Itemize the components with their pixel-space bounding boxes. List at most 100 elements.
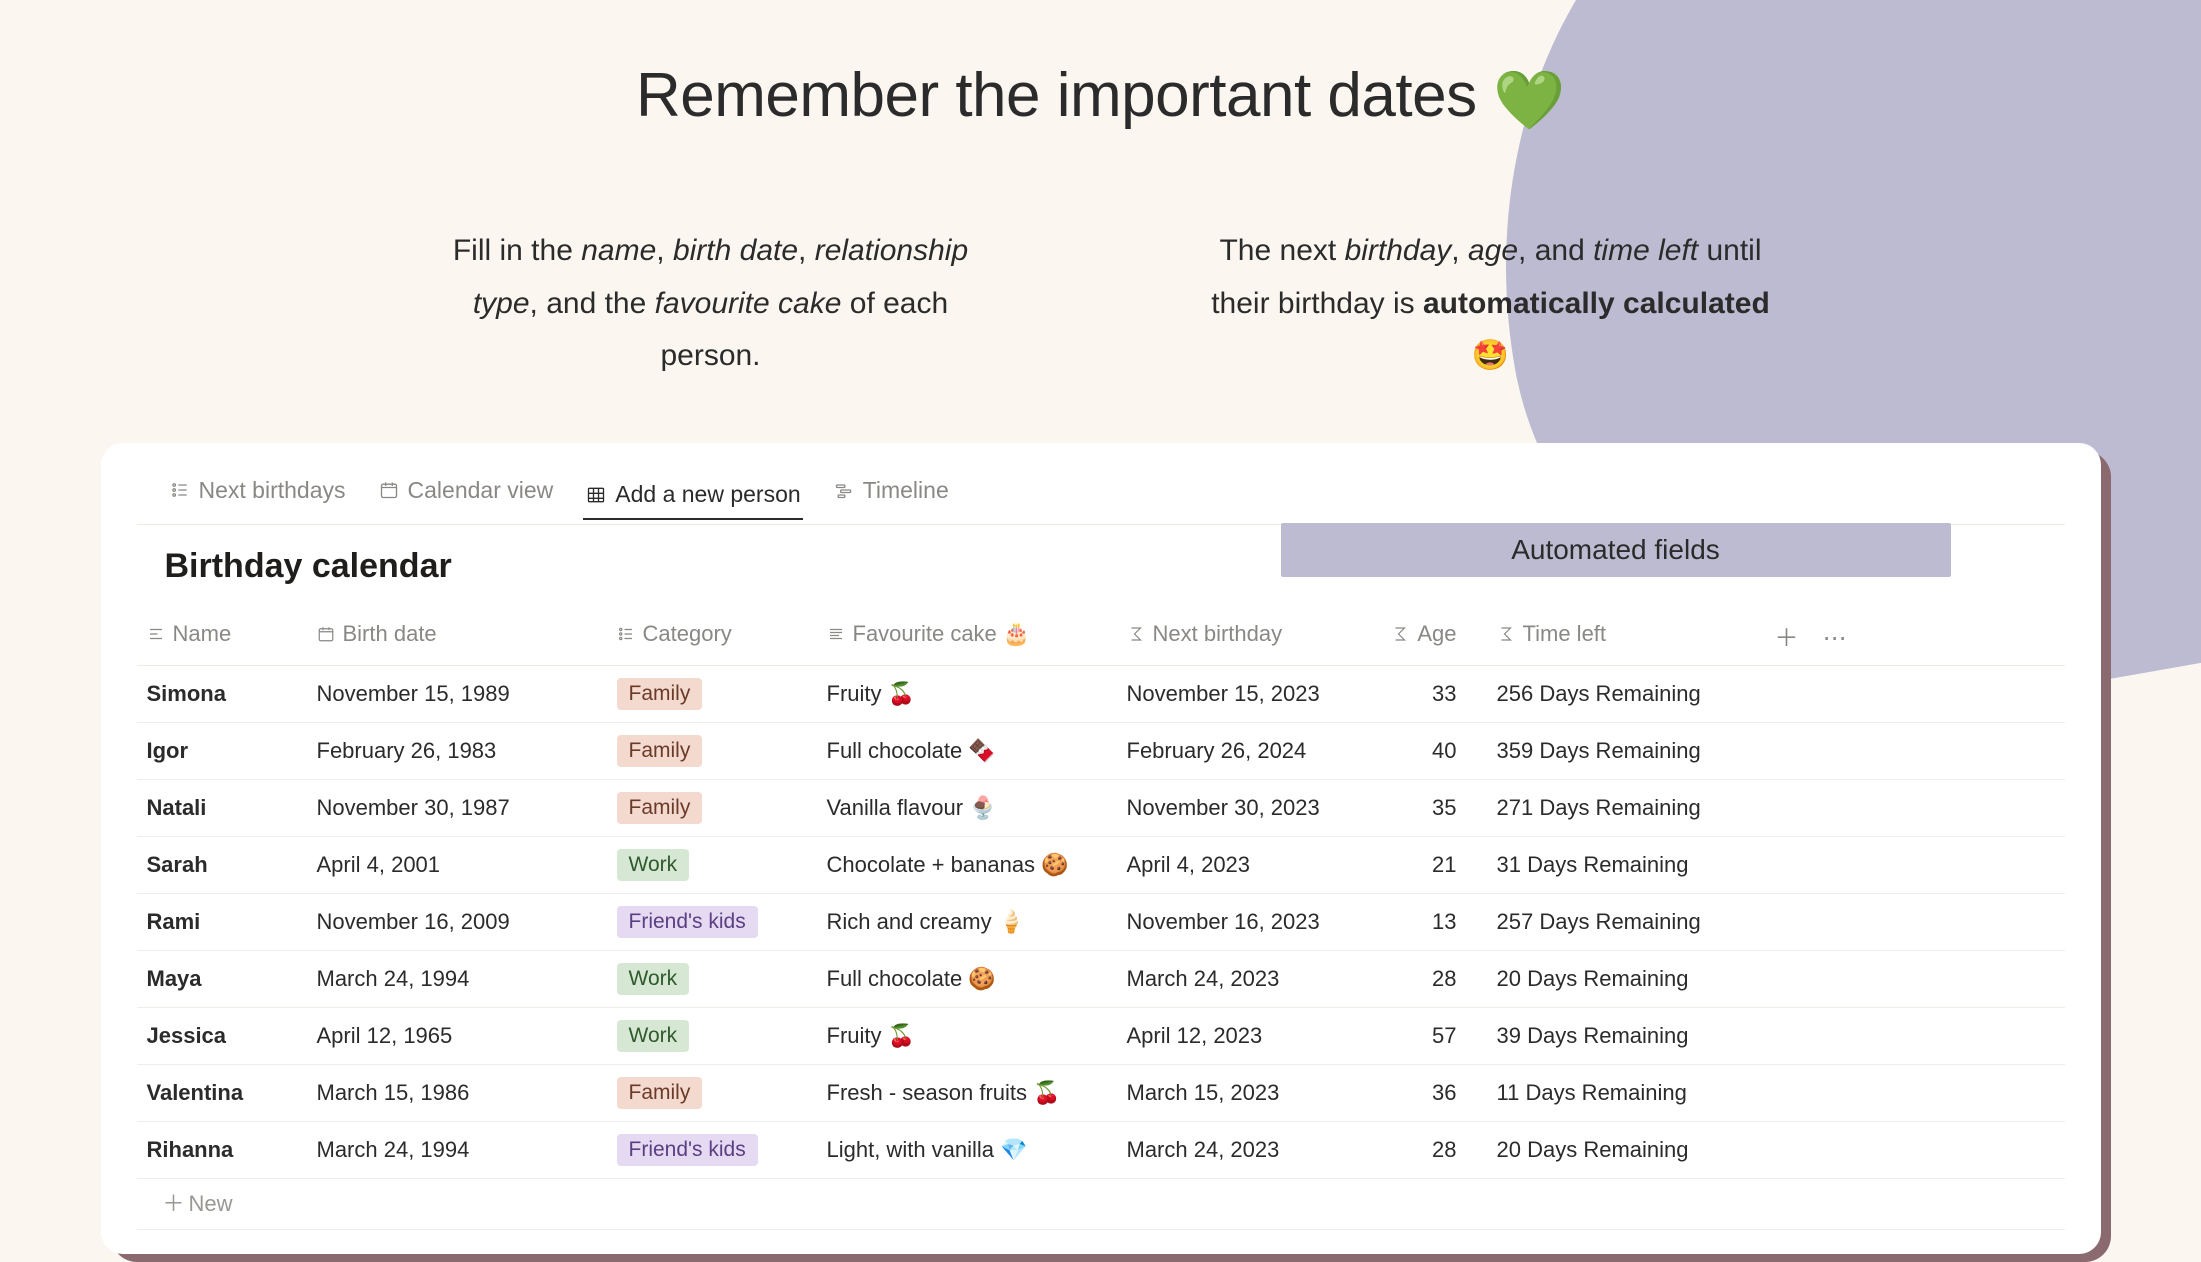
col-header-age[interactable]: Age: [1377, 606, 1487, 666]
cell-category[interactable]: Family: [607, 665, 817, 722]
new-row-label: New: [189, 1191, 233, 1216]
cell-favourite-cake[interactable]: Fruity 🍒: [817, 665, 1117, 722]
cell-next-birthday: February 26, 2024: [1117, 722, 1377, 779]
table-row[interactable]: JessicaApril 12, 1965WorkFruity 🍒April 1…: [137, 1007, 2065, 1064]
cell-category[interactable]: Family: [607, 722, 817, 779]
cell-age: 13: [1377, 893, 1487, 950]
cell-favourite-cake[interactable]: Full chocolate 🍫: [817, 722, 1117, 779]
table-row[interactable]: IgorFebruary 26, 1983 Family Full chocolat…: [137, 722, 2065, 779]
cell-favourite-cake[interactable]: Light, with vanilla 💎: [817, 1121, 1117, 1178]
category-tag: Work: [617, 963, 690, 995]
tab-next-birthdays[interactable]: Next birthdays: [167, 473, 348, 514]
view-tabs: Next birthdays Calendar view Add a new per…: [137, 473, 2065, 525]
multiselect-icon: [617, 625, 635, 643]
cell-category[interactable]: Work: [607, 1007, 817, 1064]
more-options-button[interactable]: ⋯: [1823, 625, 1847, 652]
table-row[interactable]: SimonaNovember 15, 1989FamilyFruity 🍒Nov…: [137, 665, 2065, 722]
cell-time-left: 11 Days Remaining: [1487, 1064, 1747, 1121]
cell-name[interactable]: Rihanna: [137, 1121, 307, 1178]
cell-name[interactable]: Jessica: [137, 1007, 307, 1064]
cell-age: 33: [1377, 665, 1487, 722]
col-header-favourite-cake[interactable]: Favourite cake 🎂: [817, 606, 1117, 666]
col-header-birth-date[interactable]: Birth date: [307, 606, 607, 666]
cell-name[interactable]: Sarah: [137, 836, 307, 893]
cell-category[interactable]: Friend's kids: [607, 893, 817, 950]
cell-name[interactable]: Maya: [137, 950, 307, 1007]
cell-category[interactable]: Friend's kids: [607, 1121, 817, 1178]
cell-age: 35: [1377, 779, 1487, 836]
cell-birth-date[interactable]: March 24, 1994: [307, 950, 607, 1007]
table-row[interactable]: RihannaMarch 24, 1994Friend's kidsLight,…: [137, 1121, 2065, 1178]
cell-age: 28: [1377, 1121, 1487, 1178]
cell-birth-date[interactable]: April 4, 2001: [307, 836, 607, 893]
cell-category[interactable]: Family: [607, 779, 817, 836]
list-icon: [169, 479, 191, 501]
cell-favourite-cake[interactable]: Fruity 🍒: [817, 1007, 1117, 1064]
tab-calendar-view[interactable]: Calendar view: [376, 473, 556, 514]
cell-age: 36: [1377, 1064, 1487, 1121]
cell-birth-date[interactable]: November 16, 2009: [307, 893, 607, 950]
cell-next-birthday: March 24, 2023: [1117, 950, 1377, 1007]
cell-birth-date[interactable]: March 24, 1994: [307, 1121, 607, 1178]
col-header-category[interactable]: Category: [607, 606, 817, 666]
cell-favourite-cake[interactable]: Chocolate + bananas 🍪: [817, 836, 1117, 893]
cell-birth-date[interactable]: March 15, 1986: [307, 1064, 607, 1121]
database-panel: Next birthdays Calendar view Add a new per…: [101, 443, 2101, 1254]
tab-add-person[interactable]: Add a new person: [583, 477, 802, 520]
cell-name[interactable]: Natali: [137, 779, 307, 836]
category-tag: Family: [617, 1077, 703, 1109]
new-row-button[interactable]: ＋New: [137, 1178, 2065, 1229]
formula-icon: [1391, 625, 1409, 643]
cell-birth-date[interactable]: November 30, 1987: [307, 779, 607, 836]
category-tag: Work: [617, 849, 690, 881]
tab-timeline[interactable]: Timeline: [831, 473, 951, 514]
cell-favourite-cake[interactable]: Full chocolate 🍪: [817, 950, 1117, 1007]
cell-age: 21: [1377, 836, 1487, 893]
category-tag: Family: [617, 735, 703, 767]
cell-age: 57: [1377, 1007, 1487, 1064]
cell-next-birthday: April 12, 2023: [1117, 1007, 1377, 1064]
cell-category[interactable]: Family: [607, 1064, 817, 1121]
calendar-icon: [378, 479, 400, 501]
cell-time-left: 271 Days Remaining: [1487, 779, 1747, 836]
cell-birth-date[interactable]: November 15, 1989: [307, 665, 607, 722]
col-header-actions: ＋ ⋯: [1747, 606, 2065, 666]
category-tag: Family: [617, 678, 703, 710]
col-header-time-left[interactable]: Time left: [1487, 606, 1747, 666]
col-header-name[interactable]: Name: [137, 606, 307, 666]
cell-favourite-cake[interactable]: Vanilla flavour 🍨: [817, 779, 1117, 836]
formula-icon: [1497, 625, 1515, 643]
category-tag: Friend's kids: [617, 906, 758, 938]
table-row[interactable]: MayaMarch 24, 1994 Work Full chocolate 🍪Ma…: [137, 950, 2065, 1007]
cell-time-left: 256 Days Remaining: [1487, 665, 1747, 722]
cell-birth-date[interactable]: February 26, 1983: [307, 722, 607, 779]
cell-next-birthday: November 30, 2023: [1117, 779, 1377, 836]
cell-favourite-cake[interactable]: Fresh - season fruits 🍒: [817, 1064, 1117, 1121]
col-header-next-birthday[interactable]: Next birthday: [1117, 606, 1377, 666]
cell-category[interactable]: Work: [607, 836, 817, 893]
timeline-icon: [833, 479, 855, 501]
category-tag: Family: [617, 792, 703, 824]
automated-fields-label: Automated fields: [1281, 523, 1951, 577]
table-row[interactable]: ValentinaMarch 15, 1986 Family Fresh - sea…: [137, 1064, 2065, 1121]
cell-birth-date[interactable]: April 12, 1965: [307, 1007, 607, 1064]
table-row[interactable]: NataliNovember 30, 1987 Family Vanilla fla…: [137, 779, 2065, 836]
cell-next-birthday: March 15, 2023: [1117, 1064, 1377, 1121]
cell-category[interactable]: Work: [607, 950, 817, 1007]
cell-name[interactable]: Simona: [137, 665, 307, 722]
add-column-button[interactable]: ＋: [1775, 625, 1799, 652]
page-title: Remember the important dates 💚: [0, 60, 2201, 135]
tab-label: Next birthdays: [199, 477, 346, 504]
table-row[interactable]: SarahApril 4, 2001 Work Chocolate + banana…: [137, 836, 2065, 893]
tab-label: Calendar view: [408, 477, 554, 504]
tab-label: Add a new person: [615, 481, 800, 508]
cell-favourite-cake[interactable]: Rich and creamy 🍦: [817, 893, 1117, 950]
table-row[interactable]: RamiNovember 16, 2009 Friend's kids Rich a…: [137, 893, 2065, 950]
cell-name[interactable]: Igor: [137, 722, 307, 779]
text-lines-icon: [827, 625, 845, 643]
cell-time-left: 20 Days Remaining: [1487, 1121, 1747, 1178]
cell-time-left: 20 Days Remaining: [1487, 950, 1747, 1007]
cell-name[interactable]: Rami: [137, 893, 307, 950]
cell-time-left: 31 Days Remaining: [1487, 836, 1747, 893]
cell-name[interactable]: Valentina: [137, 1064, 307, 1121]
